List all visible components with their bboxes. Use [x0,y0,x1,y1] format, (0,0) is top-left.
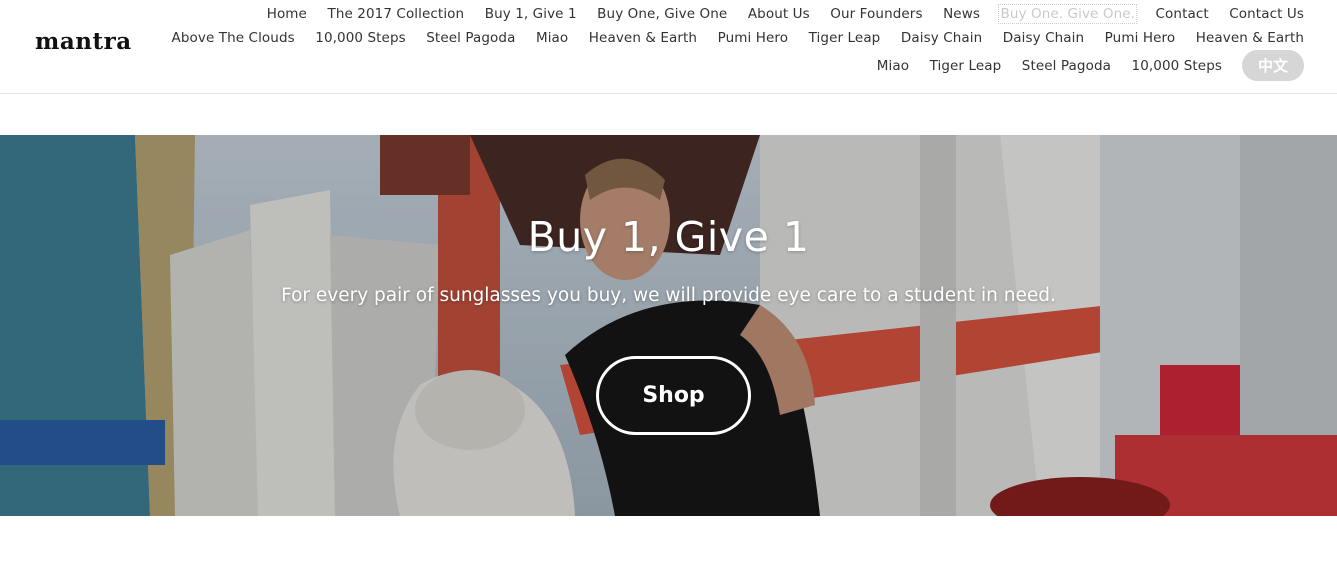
primary-nav-row-2: Above The Clouds 10,000 Steps Steel Pago… [172,28,1305,48]
primary-nav-row-1: Home The 2017 Collection Buy 1, Give 1 B… [267,4,1304,24]
nav-link-buy-one-give-one[interactable]: Buy One, Give One [597,6,727,22]
nav-link-buy-1-give-1[interactable]: Buy 1, Give 1 [485,6,577,22]
site-header: mantra Home The 2017 Collection Buy 1, G… [0,0,1337,94]
site-logo[interactable]: mantra [35,28,132,55]
nav-link-above-the-clouds[interactable]: Above The Clouds [172,30,295,46]
nav-link-home[interactable]: Home [267,6,307,22]
nav-link-news[interactable]: News [943,6,980,22]
nav-link-daisy-chain[interactable]: Daisy Chain [901,30,982,46]
nav-link-daisy-chain-2[interactable]: Daisy Chain [1003,30,1084,46]
nav-link-steel-pagoda-2[interactable]: Steel Pagoda [1022,58,1111,74]
nav-link-heaven-earth[interactable]: Heaven & Earth [589,30,697,46]
nav-link-buy-one-give-one-active[interactable]: Buy One. Give One. [998,4,1138,24]
nav-link-2017-collection[interactable]: The 2017 Collection [327,6,464,22]
nav-link-10000-steps[interactable]: 10,000 Steps [315,30,406,46]
nav-link-tiger-leap[interactable]: Tiger Leap [809,30,881,46]
primary-nav-row-3: Miao Tiger Leap Steel Pagoda 10,000 Step… [877,50,1304,81]
nav-link-contact-us[interactable]: Contact Us [1229,6,1304,22]
nav-link-tiger-leap-2[interactable]: Tiger Leap [930,58,1002,74]
hero-banner: Buy 1, Give 1 For every pair of sunglass… [0,135,1337,516]
hero-title: Buy 1, Give 1 [527,213,810,261]
nav-link-miao-2[interactable]: Miao [877,58,909,74]
nav-link-10000-steps-2[interactable]: 10,000 Steps [1132,58,1223,74]
nav-link-miao[interactable]: Miao [536,30,568,46]
nav-link-heaven-earth-2[interactable]: Heaven & Earth [1196,30,1304,46]
nav-link-steel-pagoda[interactable]: Steel Pagoda [426,30,515,46]
nav-link-pumi-hero[interactable]: Pumi Hero [718,30,789,46]
language-switch-button[interactable]: 中文 [1242,50,1304,81]
hero-subtitle: For every pair of sunglasses you buy, we… [281,285,1056,306]
nav-link-our-founders[interactable]: Our Founders [830,6,922,22]
shop-button[interactable]: Shop [596,356,751,435]
hero-dark-overlay [0,135,1337,516]
nav-link-pumi-hero-2[interactable]: Pumi Hero [1105,30,1176,46]
nav-link-about-us[interactable]: About Us [748,6,810,22]
nav-link-contact[interactable]: Contact [1156,6,1209,22]
